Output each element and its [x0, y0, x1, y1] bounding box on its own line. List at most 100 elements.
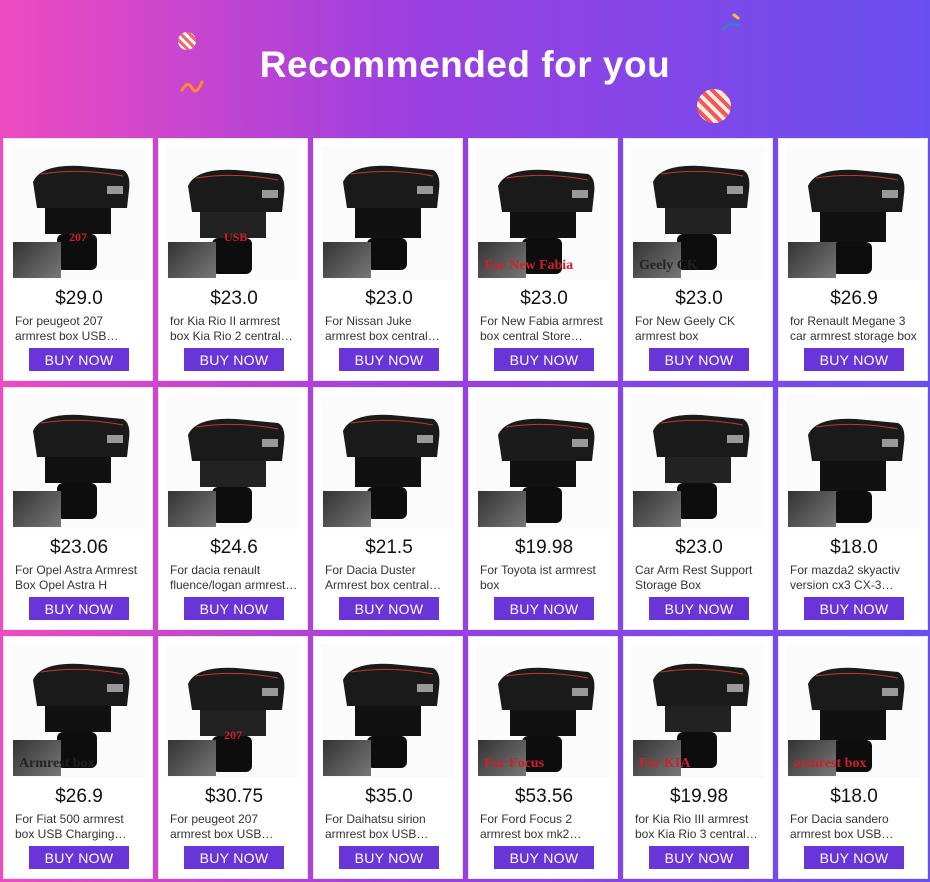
- product-card[interactable]: $23.0 Car Arm Rest Support Storage Box BUY…: [623, 387, 773, 630]
- product-image[interactable]: [321, 644, 455, 778]
- product-card[interactable]: $35.0 For Daihatsu sirion armrest box USB…: [313, 636, 463, 879]
- product-title[interactable]: For Ford Focus 2 armrest box mk2 central…: [480, 812, 608, 842]
- buy-now-button[interactable]: BUY NOW: [649, 846, 749, 869]
- buy-now-button[interactable]: BUY NOW: [494, 348, 594, 371]
- product-title[interactable]: For Daihatsu sirion armrest box USB Char…: [325, 812, 453, 842]
- product-card[interactable]: $23.0 For Nissan Juke armrest box central…: [313, 138, 463, 381]
- product-title[interactable]: For Nissan Juke armrest box central Stor…: [325, 314, 453, 344]
- product-image[interactable]: [786, 146, 920, 280]
- product-price: $35.0: [365, 786, 413, 807]
- product-card[interactable]: 207 $30.75 For peugeot 207 armrest box USB…: [158, 636, 308, 879]
- product-price: $23.06: [49, 537, 109, 558]
- product-card[interactable]: 207 $29.0 For peugeot 207 armrest box USB …: [3, 138, 153, 381]
- buy-now-button[interactable]: BUY NOW: [184, 597, 284, 620]
- product-card[interactable]: $19.98 For Toyota ist armrest box BUY NOW: [468, 387, 618, 630]
- buy-now-button[interactable]: BUY NOW: [29, 597, 129, 620]
- page-title: Recommended for you: [259, 44, 671, 85]
- detail-photo: [633, 491, 681, 527]
- buy-now-button[interactable]: BUY NOW: [804, 348, 904, 371]
- product-price: $23.0: [210, 288, 258, 309]
- product-price: $29.0: [55, 288, 103, 309]
- product-title[interactable]: For New Fabia armrest box central Store …: [480, 314, 608, 344]
- detail-photo: [323, 491, 371, 527]
- product-image[interactable]: For New Fabia: [476, 146, 610, 280]
- buy-now-button[interactable]: BUY NOW: [339, 846, 439, 869]
- striped-ball-icon: [697, 89, 731, 123]
- product-card[interactable]: For Focus $53.56 For Ford Focus 2 armrest …: [468, 636, 618, 879]
- buy-now-button[interactable]: BUY NOW: [494, 846, 594, 869]
- product-card[interactable]: Armrest box $26.9 For Fiat 500 armrest box…: [3, 636, 153, 879]
- buy-now-button[interactable]: BUY NOW: [184, 846, 284, 869]
- product-price: $53.56: [514, 786, 574, 807]
- buy-now-button[interactable]: BUY NOW: [29, 846, 129, 869]
- image-overlay-label: Geely CK: [639, 258, 698, 273]
- buy-now-button[interactable]: BUY NOW: [804, 846, 904, 869]
- buy-now-button[interactable]: BUY NOW: [339, 348, 439, 371]
- product-price: $18.0: [830, 537, 878, 558]
- product-title[interactable]: For Dacia sandero armrest box USB Chargi…: [790, 812, 918, 842]
- product-card[interactable]: For KIA $19.98 for Kia Rio III armrest box…: [623, 636, 773, 879]
- product-image[interactable]: [321, 395, 455, 529]
- product-title[interactable]: for Renault Megane 3 car armrest storage…: [790, 314, 918, 344]
- image-overlay-label: For Focus: [484, 756, 545, 771]
- product-price: $24.6: [210, 537, 258, 558]
- buy-now-button[interactable]: BUY NOW: [649, 348, 749, 371]
- buy-now-button[interactable]: BUY NOW: [804, 597, 904, 620]
- buy-now-button[interactable]: BUY NOW: [184, 348, 284, 371]
- product-card[interactable]: $26.9 for Renault Megane 3 car armrest st…: [778, 138, 928, 381]
- product-image[interactable]: 207: [166, 644, 300, 778]
- product-image[interactable]: armrest box: [786, 644, 920, 778]
- product-title[interactable]: For peugeot 207 armrest box USB Charging…: [15, 314, 143, 344]
- product-title[interactable]: For mazda2 skyactiv version cx3 CX-3 arm…: [790, 563, 918, 593]
- detail-photo: [323, 740, 371, 776]
- product-card[interactable]: armrest box $18.0 For Dacia sandero armres…: [778, 636, 928, 879]
- detail-photo: [168, 491, 216, 527]
- buy-now-button[interactable]: BUY NOW: [29, 348, 129, 371]
- product-price: $18.0: [830, 786, 878, 807]
- product-price: $23.0: [675, 288, 723, 309]
- product-title[interactable]: For Opel Astra Armrest Box Opel Astra H: [15, 563, 143, 593]
- product-price: $21.5: [365, 537, 413, 558]
- product-title[interactable]: For Toyota ist armrest box: [480, 563, 608, 593]
- product-title[interactable]: for Kia Rio III armrest box Kia Rio 3 ce…: [635, 812, 763, 842]
- product-price: $26.9: [830, 288, 878, 309]
- product-title[interactable]: For peugeot 207 armrest box USB Charging…: [170, 812, 298, 842]
- product-image[interactable]: [786, 395, 920, 529]
- buy-now-button[interactable]: BUY NOW: [649, 597, 749, 620]
- product-card[interactable]: For New Fabia $23.0 For New Fabia armrest …: [468, 138, 618, 381]
- product-price: $23.0: [520, 288, 568, 309]
- product-price: $23.0: [365, 288, 413, 309]
- buy-now-button[interactable]: BUY NOW: [339, 597, 439, 620]
- detail-photo: [478, 491, 526, 527]
- product-title[interactable]: For Fiat 500 armrest box USB Charging in…: [15, 812, 143, 842]
- product-card[interactable]: $23.06 For Opel Astra Armrest Box Opel As…: [3, 387, 153, 630]
- product-image[interactable]: 207: [11, 146, 145, 280]
- product-image[interactable]: [631, 395, 765, 529]
- detail-photo: [788, 491, 836, 527]
- product-image[interactable]: [166, 395, 300, 529]
- image-overlay-label: 207: [224, 728, 242, 742]
- product-image[interactable]: Geely CK: [631, 146, 765, 280]
- product-image[interactable]: [11, 395, 145, 529]
- product-price: $23.0: [675, 537, 723, 558]
- product-image[interactable]: For Focus: [476, 644, 610, 778]
- product-card[interactable]: Geely CK $23.0 For New Geely CK armrest bo…: [623, 138, 773, 381]
- product-image[interactable]: For KIA: [631, 644, 765, 778]
- product-title[interactable]: for Kia Rio II armrest box Kia Rio 2 cen…: [170, 314, 298, 344]
- product-title[interactable]: For dacia renault fluence/logan armrest …: [170, 563, 298, 593]
- product-image[interactable]: Armrest box: [11, 644, 145, 778]
- product-title[interactable]: For Dacia Duster Armrest box central Sto…: [325, 563, 453, 593]
- product-card[interactable]: $24.6 For dacia renault fluence/logan arm…: [158, 387, 308, 630]
- detail-photo: [168, 242, 216, 278]
- product-card[interactable]: USB $23.0 for Kia Rio II armrest box Kia R…: [158, 138, 308, 381]
- buy-now-button[interactable]: BUY NOW: [494, 597, 594, 620]
- image-overlay-label: For New Fabia: [484, 258, 574, 273]
- product-card[interactable]: $18.0 For mazda2 skyactiv version cx3 CX-…: [778, 387, 928, 630]
- product-image[interactable]: [476, 395, 610, 529]
- product-card[interactable]: $21.5 For Dacia Duster Armrest box centra…: [313, 387, 463, 630]
- product-image[interactable]: USB: [166, 146, 300, 280]
- image-overlay-label: 207: [69, 230, 87, 244]
- product-title[interactable]: Car Arm Rest Support Storage Box: [635, 563, 763, 593]
- product-title[interactable]: For New Geely CK armrest box: [635, 314, 763, 344]
- product-image[interactable]: [321, 146, 455, 280]
